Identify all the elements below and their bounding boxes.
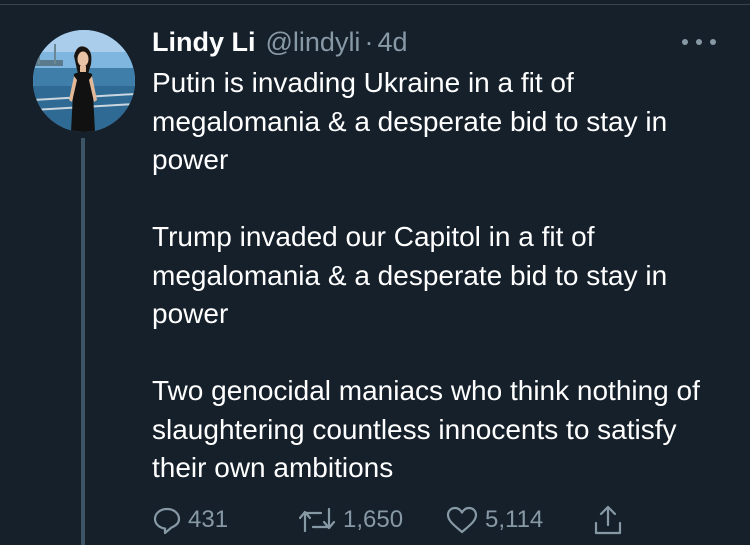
more-dot (696, 39, 702, 45)
like-count: 5,114 (485, 506, 544, 533)
like-button[interactable]: 5,114 (445, 500, 543, 540)
tweet-paragraph: Putin is invading Ukraine in a fit of me… (152, 67, 668, 175)
retweet-button[interactable]: 1,650 (297, 500, 403, 540)
more-dot (682, 39, 688, 45)
tweet-header: Lindy Li @lindyli · 4d (152, 27, 407, 61)
header-separator: · (364, 27, 374, 57)
share-icon (594, 505, 622, 535)
author-handle[interactable]: @lindyli (266, 27, 361, 58)
tweet-paragraph: Two genocidal maniacs who think nothing … (152, 375, 700, 483)
avatar[interactable] (33, 30, 135, 132)
tweet-actions: 431 1,650 5,114 (152, 500, 632, 540)
top-divider (0, 4, 750, 5)
more-dot (710, 39, 716, 45)
reply-icon (153, 507, 181, 535)
avatar-photo (33, 30, 135, 132)
reply-button[interactable]: 431 (152, 500, 228, 540)
tweet-text: Putin is invading Ukraine in a fit of me… (152, 64, 737, 488)
heart-icon (446, 506, 478, 534)
retweet-count: 1,650 (343, 506, 404, 533)
retweet-icon (298, 507, 336, 533)
author-name[interactable]: Lindy Li (152, 27, 256, 58)
share-button[interactable] (592, 500, 630, 540)
reply-count: 431 (188, 506, 229, 533)
thread-line (81, 138, 85, 545)
tweet-timestamp[interactable]: 4d (377, 27, 407, 58)
tweet-paragraph: Trump invaded our Capitol in a fit of me… (152, 221, 668, 329)
more-icon[interactable] (682, 35, 716, 49)
